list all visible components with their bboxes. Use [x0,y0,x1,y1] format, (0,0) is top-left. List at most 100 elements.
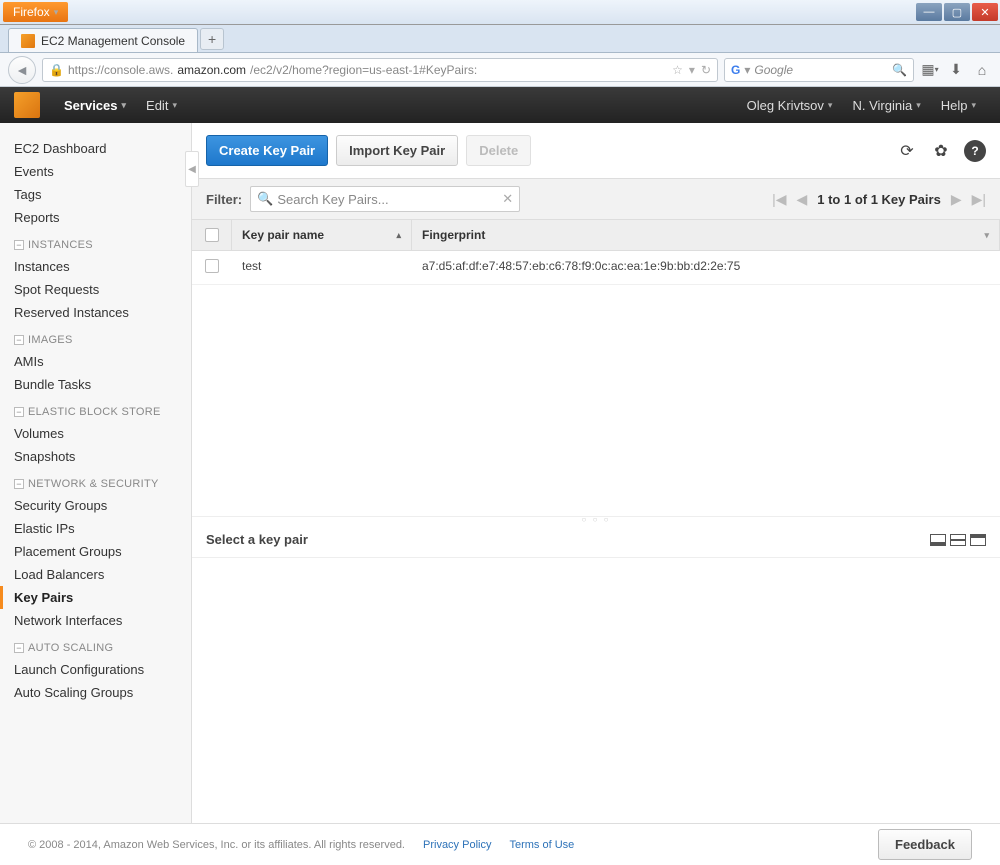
sidebar-group-header[interactable]: −AUTO SCALING [0,632,191,658]
layout-split-icon[interactable] [950,534,966,546]
main-area: EC2 DashboardEventsTagsReports −INSTANCE… [0,123,1000,823]
delete-button: Delete [466,135,531,166]
detail-title: Select a key pair [206,532,308,547]
url-host: amazon.com [177,63,246,77]
detail-header: Select a key pair [192,522,1000,558]
collapse-toggle-icon[interactable]: − [14,479,24,489]
table-row[interactable]: testa7:d5:af:df:e7:48:57:eb:c6:78:f9:0c:… [192,251,1000,285]
sidebar-group-header[interactable]: −NETWORK & SECURITY [0,468,191,494]
reload-icon[interactable]: ↻ [701,63,711,77]
col-keypair-name[interactable]: Key pair name ▴ [232,220,412,250]
page-last-icon[interactable]: ▶| [972,191,986,208]
sidebar-group-header[interactable]: −ELASTIC BLOCK STORE [0,396,191,422]
sidebar-link[interactable]: Launch Configurations [0,658,191,681]
browser-tab-strip: EC2 Management Console + [0,25,1000,53]
window-minimize-button[interactable]: — [916,3,942,21]
privacy-link[interactable]: Privacy Policy [423,839,491,851]
filter-placeholder: Search Key Pairs... [277,192,388,207]
page-prev-icon[interactable]: ◀ [796,191,807,208]
sidebar-link[interactable]: Reserved Instances [0,301,191,324]
sidebar-link[interactable]: Auto Scaling Groups [0,681,191,704]
window-titlebar: Firefox ▾ — ▢ ✕ [0,0,1000,25]
page-next-icon[interactable]: ▶ [951,191,962,208]
create-key-pair-button[interactable]: Create Key Pair [206,135,328,166]
dropdown-caret-icon[interactable]: ▾ [689,63,695,77]
nav-edit[interactable]: Edit▾ [136,98,187,113]
url-prefix: https://console.aws. [68,63,173,77]
row-checkbox[interactable] [205,259,219,273]
page-first-icon[interactable]: |◀ [772,191,786,208]
nav-help[interactable]: Help▾ [931,98,986,113]
pagination: |◀ ◀ 1 to 1 of 1 Key Pairs ▶ ▶| [772,191,986,208]
content-pane: Create Key Pair Import Key Pair Delete ⟳… [192,123,1000,823]
refresh-icon[interactable]: ⟳ [896,140,918,162]
browser-tab[interactable]: EC2 Management Console [8,28,198,52]
settings-gear-icon[interactable]: ✿ [930,140,952,162]
feedback-button[interactable]: Feedback [878,829,972,860]
addon-button[interactable]: ▦▾ [920,60,940,80]
caret-down-icon: ▾ [971,100,976,111]
downloads-button[interactable]: ⬇ [946,60,966,80]
sidebar-link[interactable]: Bundle Tasks [0,373,191,396]
filter-search-input[interactable]: 🔍 Search Key Pairs... ✕ [250,186,520,212]
sidebar-link[interactable]: Reports [0,206,191,229]
collapse-toggle-icon[interactable]: − [14,643,24,653]
address-bar[interactable]: 🔒 https://console.aws. amazon.com/ec2/v2/… [42,58,718,82]
collapse-toggle-icon[interactable]: − [14,407,24,417]
column-menu-icon[interactable]: ▾ [984,230,989,241]
sidebar-link[interactable]: Volumes [0,422,191,445]
sidebar-link[interactable]: Elastic IPs [0,517,191,540]
nav-back-button[interactable]: ◄ [8,56,36,84]
browser-search-box[interactable]: G ▾ Google 🔍 [724,58,914,82]
detail-body [192,558,1000,823]
sidebar-collapse-handle[interactable]: ◀ [185,151,199,187]
sidebar-link[interactable]: Instances [0,255,191,278]
sidebar-link[interactable]: Key Pairs [0,586,191,609]
footer: © 2008 - 2014, Amazon Web Services, Inc.… [0,823,1000,865]
sidebar-link[interactable]: Spot Requests [0,278,191,301]
window-close-button[interactable]: ✕ [972,3,998,21]
aws-favicon-icon [21,34,35,48]
bookmark-star-icon[interactable]: ☆ [672,63,683,77]
sidebar-group-header[interactable]: −IMAGES [0,324,191,350]
import-key-pair-button[interactable]: Import Key Pair [336,135,458,166]
layout-top-icon[interactable] [970,534,986,546]
new-tab-button[interactable]: + [200,28,224,50]
sidebar-link[interactable]: EC2 Dashboard [0,137,191,160]
col-fingerprint[interactable]: Fingerprint ▾ [412,220,1000,250]
terms-link[interactable]: Terms of Use [509,839,574,851]
help-icon[interactable]: ? [964,140,986,162]
copyright: © 2008 - 2014, Amazon Web Services, Inc.… [28,839,405,851]
lock-icon: 🔒 [49,63,64,77]
sidebar-link[interactable]: AMIs [0,350,191,373]
firefox-menu-button[interactable]: Firefox ▾ [3,2,68,22]
sidebar-link[interactable]: Events [0,160,191,183]
pagination-label: 1 to 1 of 1 Key Pairs [817,192,941,207]
clear-filter-icon[interactable]: ✕ [502,191,513,207]
sidebar-link[interactable]: Tags [0,183,191,206]
search-go-icon[interactable]: 🔍 [892,63,907,77]
caret-down-icon: ▾ [828,100,833,111]
nav-services[interactable]: Services▾ [54,98,136,113]
home-button[interactable]: ⌂ [972,60,992,80]
sidebar-link[interactable]: Load Balancers [0,563,191,586]
collapse-toggle-icon[interactable]: − [14,240,24,250]
aws-logo-icon[interactable] [14,92,40,118]
col-checkbox[interactable] [192,220,232,250]
nav-region[interactable]: N. Virginia▾ [842,98,930,113]
sidebar-group-header[interactable]: −INSTANCES [0,229,191,255]
caret-down-icon: ▾ [54,7,59,18]
table-header: Key pair name ▴ Fingerprint ▾ [192,220,1000,251]
nav-user[interactable]: Oleg Krivtsov▾ [737,98,843,113]
action-toolbar: Create Key Pair Import Key Pair Delete ⟳… [192,123,1000,178]
sidebar-link[interactable]: Snapshots [0,445,191,468]
table-body: testa7:d5:af:df:e7:48:57:eb:c6:78:f9:0c:… [192,251,1000,516]
sidebar-link[interactable]: Placement Groups [0,540,191,563]
collapse-toggle-icon[interactable]: − [14,335,24,345]
sidebar-link[interactable]: Security Groups [0,494,191,517]
select-all-checkbox[interactable] [205,228,219,242]
layout-bottom-icon[interactable] [930,534,946,546]
url-path: /ec2/v2/home?region=us-east-1#KeyPairs: [250,63,477,77]
window-maximize-button[interactable]: ▢ [944,3,970,21]
sidebar-link[interactable]: Network Interfaces [0,609,191,632]
